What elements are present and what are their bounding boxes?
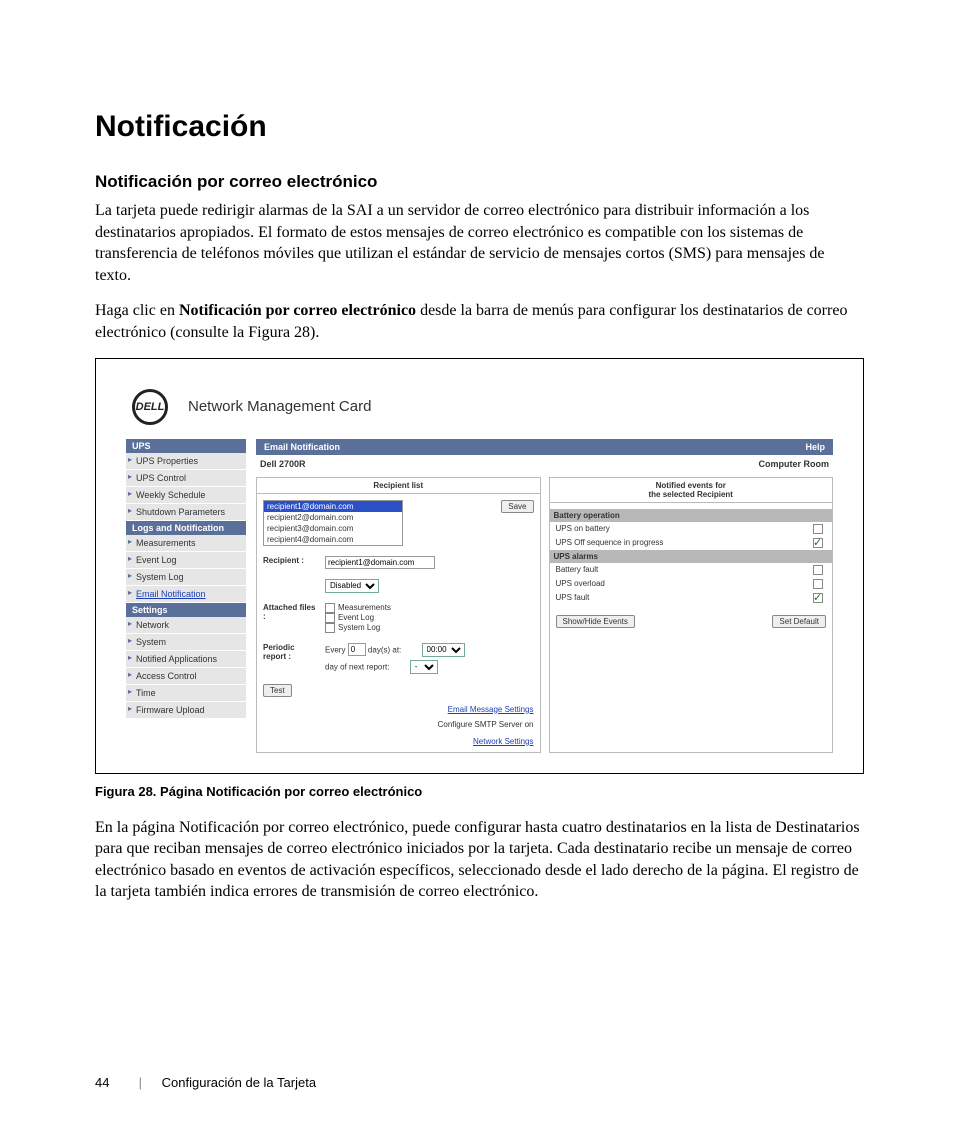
nav-measurements[interactable]: Measurements	[126, 535, 246, 552]
page-footer: 44 | Configuración de la Tarjeta	[95, 1075, 316, 1090]
nav-event-log[interactable]: Event Log	[126, 552, 246, 569]
help-link[interactable]: Help	[805, 442, 825, 452]
nav-time[interactable]: Time	[126, 685, 246, 702]
nav-network[interactable]: Network	[126, 617, 246, 634]
setdefault-button[interactable]: Set Default	[772, 615, 826, 628]
nav-email-notification[interactable]: Email Notification	[126, 586, 246, 603]
network-settings-link[interactable]: Network Settings	[263, 737, 534, 746]
recipient-2[interactable]: recipient2@domain.com	[264, 512, 402, 523]
status-select[interactable]: Disabled	[325, 579, 379, 593]
email-settings-link[interactable]: Email Message Settings	[263, 705, 534, 714]
chk-off-seq[interactable]	[813, 538, 823, 548]
heading-email-notif: Notificación por correo electrónico	[95, 172, 864, 192]
every-input[interactable]	[348, 643, 366, 656]
chk-overload[interactable]	[813, 579, 823, 589]
nav-system[interactable]: System	[126, 634, 246, 651]
location-name: Computer Room	[759, 459, 830, 469]
ev-batt-fault: Battery fault	[556, 565, 599, 575]
chk-ups-fault[interactable]	[813, 593, 823, 603]
p2-bold: Notificación por correo electrónico	[179, 302, 416, 319]
ev-ups-battery: UPS on battery	[556, 524, 610, 534]
recipient-input[interactable]	[325, 556, 435, 569]
test-button[interactable]: Test	[263, 684, 292, 697]
nav-ups-control[interactable]: UPS Control	[126, 470, 246, 487]
nav-weekly-schedule[interactable]: Weekly Schedule	[126, 487, 246, 504]
time-select[interactable]: 00:00	[422, 643, 465, 657]
chk-batt-fault[interactable]	[813, 565, 823, 575]
days-label: day(s) at:	[368, 645, 401, 654]
recipient-label: Recipient :	[263, 556, 319, 569]
group-alarms: UPS alarms	[550, 550, 833, 563]
nav-shutdown-params[interactable]: Shutdown Parameters	[126, 504, 246, 521]
card-title: Network Management Card	[188, 398, 371, 415]
titlebar-label: Email Notification	[264, 442, 340, 452]
periodic-label: Periodic report :	[263, 643, 319, 674]
dell-logo-icon: DELL	[132, 389, 168, 425]
recipient-1[interactable]: recipient1@domain.com	[264, 501, 402, 512]
device-name: Dell 2700R	[260, 459, 306, 469]
chk-systemlog[interactable]	[325, 623, 335, 633]
events-title-2: the selected Recipient	[553, 490, 830, 499]
save-button[interactable]: Save	[501, 500, 533, 513]
chk-measurements-label: Measurements	[338, 603, 391, 612]
paragraph-3: En la página Notificación por correo ele…	[95, 817, 864, 903]
recipient-3[interactable]: recipient3@domain.com	[264, 523, 402, 534]
page-number: 44	[95, 1075, 135, 1090]
p2-a: Haga clic en	[95, 302, 179, 319]
attached-label: Attached files :	[263, 603, 319, 633]
chk-eventlog-label: Event Log	[338, 613, 374, 622]
paragraph-2: Haga clic en Notificación por correo ele…	[95, 300, 864, 343]
nav-section-logs: Logs and Notification	[126, 521, 246, 535]
nav-access-control[interactable]: Access Control	[126, 668, 246, 685]
showhide-button[interactable]: Show/Hide Events	[556, 615, 635, 628]
chk-ups-battery[interactable]	[813, 524, 823, 534]
group-battery: Battery operation	[550, 509, 833, 522]
nav-section-ups: UPS	[126, 439, 246, 453]
footer-section: Configuración de la Tarjeta	[162, 1075, 316, 1090]
chk-measurements[interactable]	[325, 603, 335, 613]
nav-ups-properties[interactable]: UPS Properties	[126, 453, 246, 470]
ev-ups-fault: UPS fault	[556, 593, 590, 603]
figure-28: DELL Network Management Card UPS UPS Pro…	[95, 358, 864, 774]
heading-notificacion: Notificación	[95, 110, 864, 144]
every-label: Every	[325, 645, 345, 654]
paragraph-1: La tarjeta puede redirigir alarmas de la…	[95, 200, 864, 286]
recipient-panel: Recipient list recipient1@domain.com rec…	[256, 477, 541, 753]
chk-eventlog[interactable]	[325, 613, 335, 623]
chk-systemlog-label: System Log	[338, 623, 380, 632]
events-panel-title: Notified events for the selected Recipie…	[550, 478, 833, 503]
nav-system-log[interactable]: System Log	[126, 569, 246, 586]
cfg-smtp-text: Configure SMTP Server on	[263, 720, 534, 729]
content-titlebar: Email Notification Help	[256, 439, 833, 455]
nextreport-label: day of next report:	[325, 662, 389, 671]
nav-notified-apps[interactable]: Notified Applications	[126, 651, 246, 668]
nav-email-link[interactable]: Email Notification	[136, 589, 206, 599]
recipient-4[interactable]: recipient4@domain.com	[264, 534, 402, 545]
nextreport-select[interactable]: -	[410, 660, 438, 674]
events-title-1: Notified events for	[553, 481, 830, 490]
recipient-listbox[interactable]: recipient1@domain.com recipient2@domain.…	[263, 500, 403, 546]
nav-firmware-upload[interactable]: Firmware Upload	[126, 702, 246, 719]
sidebar-nav: UPS UPS Properties UPS Control Weekly Sc…	[126, 439, 246, 753]
ev-overload: UPS overload	[556, 579, 605, 589]
figure-caption: Figura 28. Página Notificación por corre…	[95, 784, 864, 799]
recipient-panel-title: Recipient list	[257, 478, 540, 494]
nav-section-settings: Settings	[126, 603, 246, 617]
events-panel: Notified events for the selected Recipie…	[549, 477, 834, 753]
ev-off-seq: UPS Off sequence in progress	[556, 538, 664, 548]
